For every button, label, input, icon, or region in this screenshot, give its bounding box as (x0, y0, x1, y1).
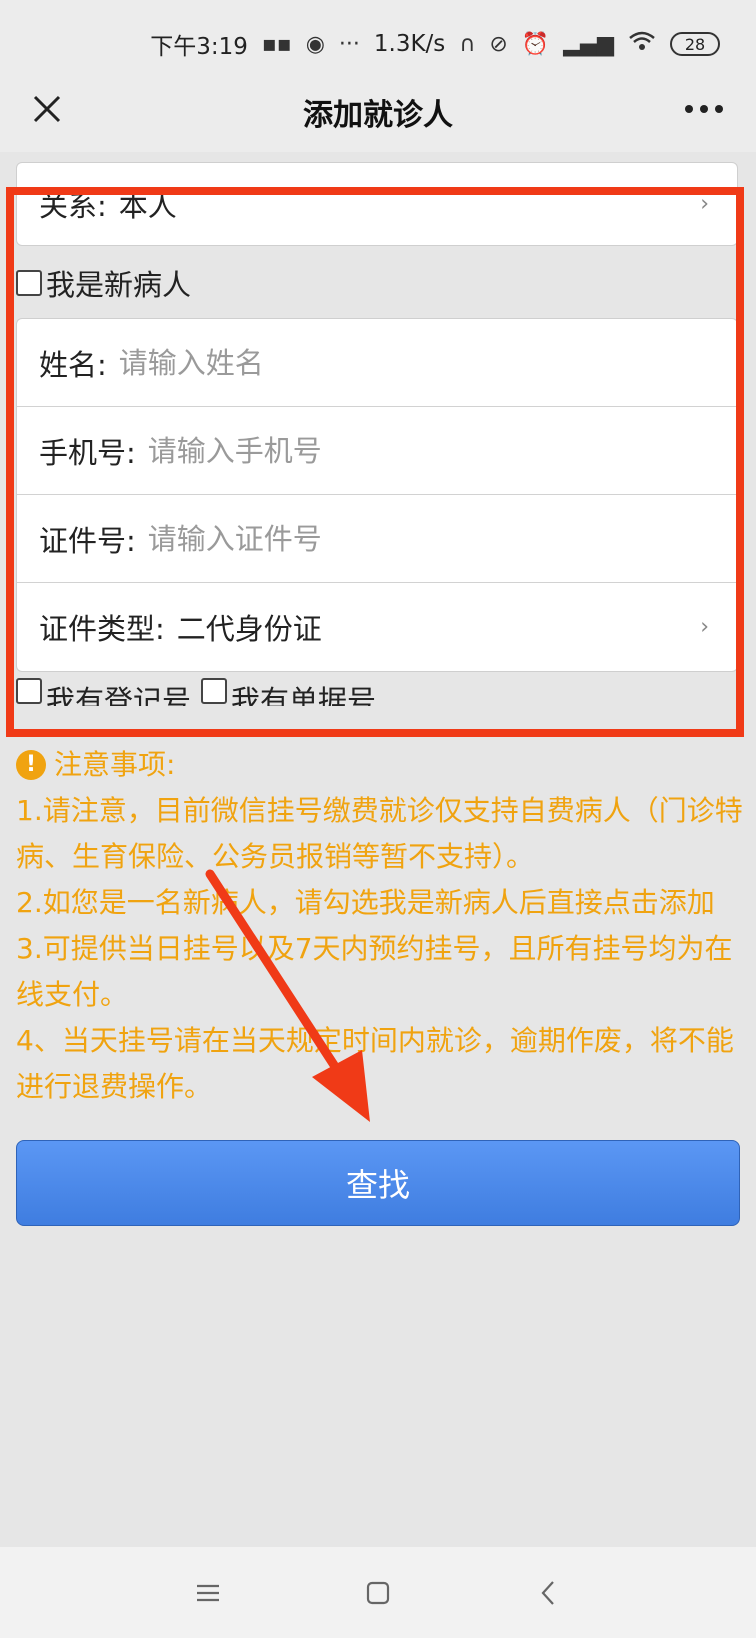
id-number-row: 证件号: (17, 495, 737, 583)
phone-row: 手机号: (17, 407, 737, 495)
page-content: 关系: 本人 › 我是新病人 姓名: 手机号: 证件号: 证件类型: 二代身份证… (0, 152, 756, 1547)
more-dots-icon: ··· (338, 31, 360, 57)
back-button[interactable] (523, 1568, 573, 1618)
warning-icon: ! (16, 750, 46, 780)
menu-button[interactable] (183, 1568, 233, 1618)
new-patient-option[interactable]: 我是新病人 (16, 262, 191, 304)
system-nav-bar (0, 1547, 756, 1638)
chevron-right-icon: › (700, 614, 709, 640)
notice-section: ! 注意事项: 1.请注意，目前微信挂号缴费就诊仅支持自费病人（门诊特病、生育保… (16, 742, 746, 1110)
status-time: 下午3:19 (150, 34, 248, 60)
battery-level: 28 (684, 34, 706, 54)
notice-title: 注意事项: (54, 748, 176, 781)
battery-icon: 28 (670, 32, 720, 56)
title-bar: 添加就诊人 (0, 70, 756, 152)
page-title: 添加就诊人 (303, 98, 453, 133)
id-number-label: 证件号: (39, 523, 136, 558)
message-icon: ▪▪ (261, 31, 292, 57)
network-speed: 1.3K/s (373, 31, 446, 57)
id-type-value: 二代身份证 (176, 612, 322, 646)
reg-no-label: 我有登记号 (46, 684, 192, 706)
receipt-no-label: 我有单据号 (231, 684, 377, 706)
relation-card: 关系: 本人 › (16, 162, 738, 246)
patient-fields-card: 姓名: 手机号: 证件号: 证件类型: 二代身份证 › (16, 318, 738, 672)
id-number-input[interactable] (147, 521, 588, 556)
notice-item: 4、当天挂号请在当天规定时间内就诊，逾期作废，将不能进行退费操作。 (16, 1024, 734, 1103)
more-icon (685, 105, 723, 113)
extra-options: 我有登记号 我有单据号 (16, 670, 376, 706)
reg-no-checkbox[interactable] (16, 678, 42, 704)
new-patient-label: 我是新病人 (46, 268, 192, 302)
menu-icon (197, 1584, 219, 1601)
wifi-icon (628, 30, 656, 58)
phone-input[interactable] (147, 433, 588, 468)
weibo-icon: ◉ (305, 31, 325, 57)
phone-label: 手机号: (39, 435, 136, 470)
search-button[interactable]: 查找 (16, 1140, 740, 1226)
new-patient-checkbox[interactable] (16, 270, 42, 296)
notice-item: 2.如您是一名新病人，请勾选我是新病人后直接点击添加 (16, 886, 715, 919)
home-button[interactable] (353, 1568, 403, 1618)
notice-item: 3.可提供当日挂号以及7天内预约挂号，且所有挂号均为在线支付。 (16, 932, 733, 1011)
relation-row[interactable]: 关系: 本人 › (17, 163, 737, 245)
chevron-right-icon: › (700, 191, 709, 217)
name-row: 姓名: (17, 319, 737, 407)
more-button[interactable] (674, 84, 734, 134)
home-icon (366, 1581, 390, 1604)
id-type-label: 证件类型: (39, 612, 165, 646)
id-type-row[interactable]: 证件类型: 二代身份证 › (17, 583, 737, 671)
relation-value: 本人 (118, 189, 177, 223)
name-label: 姓名: (39, 347, 107, 382)
notice-header: ! 注意事项: (16, 742, 746, 788)
headset-icon: ∩ (459, 31, 476, 57)
alarm-icon: ⏰ (521, 31, 550, 57)
signal-hd-icon: ▂▄▆ (563, 31, 614, 57)
relation-label: 关系: (39, 189, 107, 223)
mute-icon: ⊘ (489, 31, 508, 57)
name-input[interactable] (118, 345, 559, 380)
receipt-no-checkbox[interactable] (201, 678, 228, 704)
back-icon (541, 1580, 554, 1605)
notice-item: 1.请注意，目前微信挂号缴费就诊仅支持自费病人（门诊特病、生育保险、公务员报销等… (16, 794, 743, 873)
